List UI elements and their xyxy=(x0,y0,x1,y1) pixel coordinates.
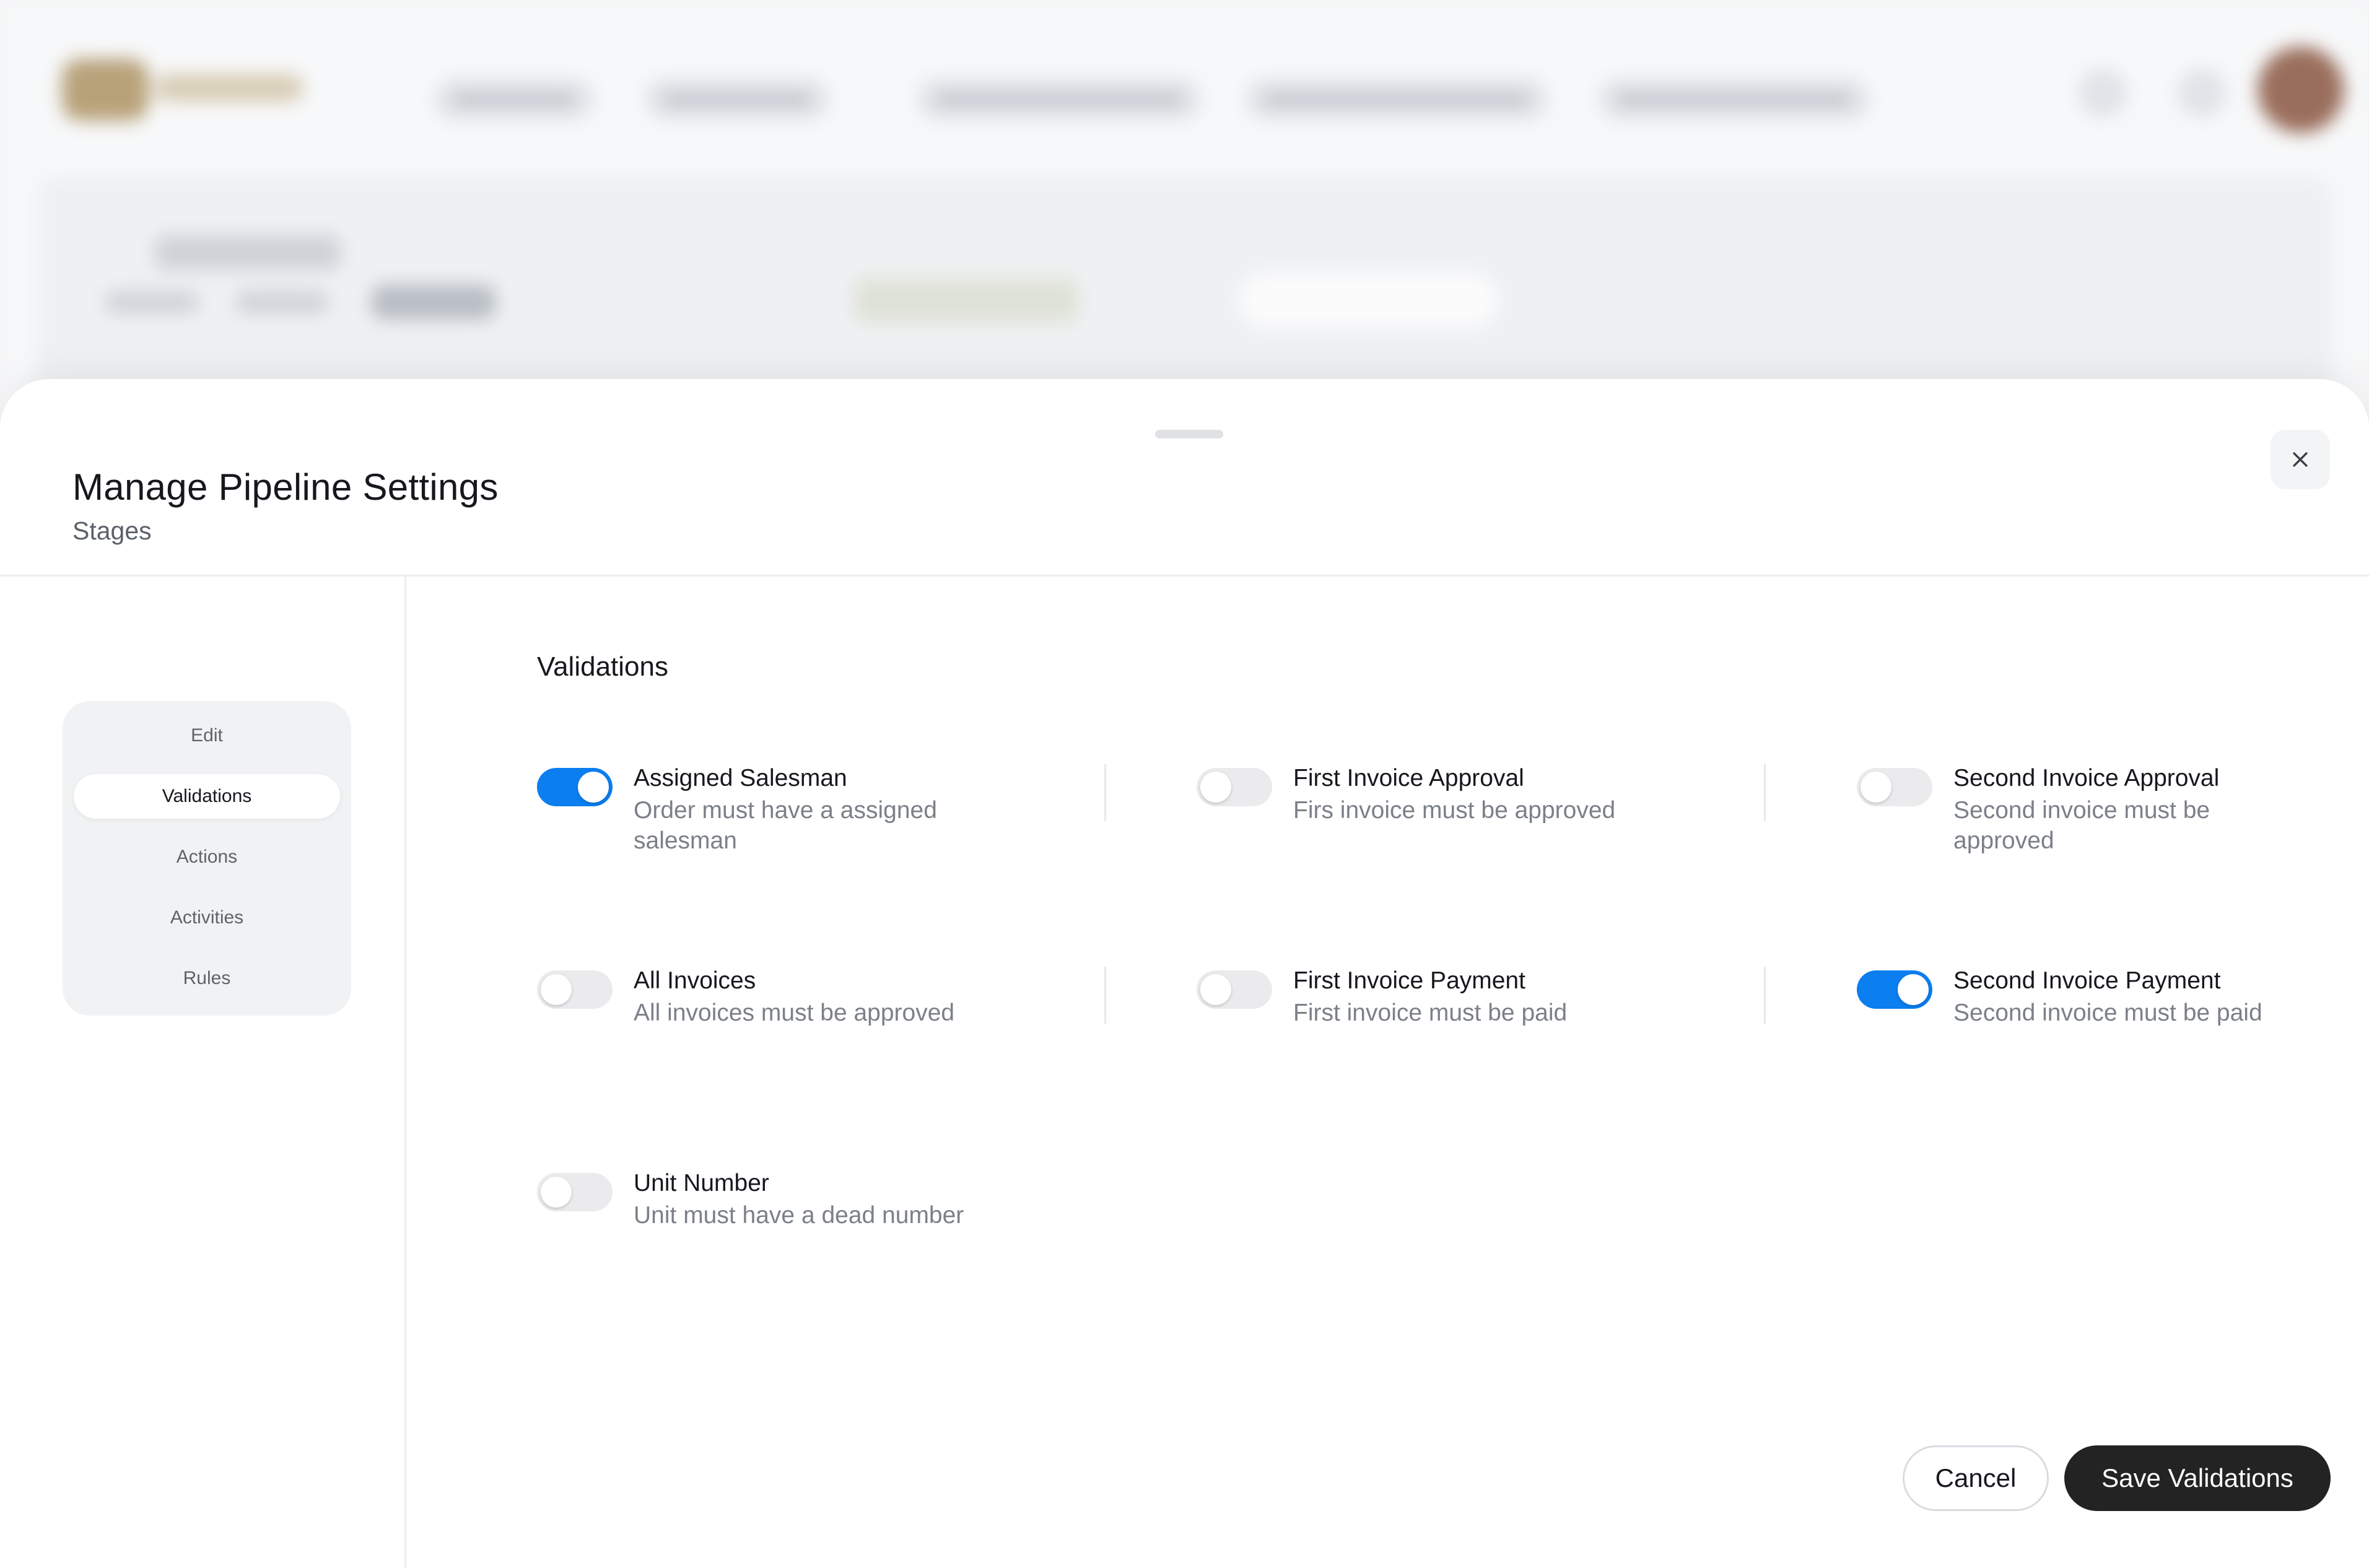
background-input xyxy=(1239,272,1499,328)
section-title: Validations xyxy=(537,651,668,682)
sidebar-divider xyxy=(404,576,406,1568)
validation-label: First Invoice Payment xyxy=(1293,967,1525,994)
drag-handle[interactable] xyxy=(1155,430,1223,438)
validation-label: First Invoice Approval xyxy=(1293,765,1524,791)
close-button[interactable] xyxy=(2271,430,2330,489)
background-text xyxy=(235,291,328,313)
second-invoice-payment-toggle[interactable] xyxy=(1857,970,1932,1009)
nav-item-edit[interactable]: Edit xyxy=(74,713,340,758)
toggle-knob xyxy=(1200,974,1231,1005)
background-nav-pill xyxy=(434,77,595,121)
column-divider xyxy=(1104,967,1106,1024)
validation-description: Second invoice must be paid xyxy=(1953,1000,2262,1026)
modal-title: Manage Pipeline Settings xyxy=(72,466,499,508)
settings-nav: Edit Validations Actions Activities Rule… xyxy=(63,701,351,1016)
background-icon-button xyxy=(2078,68,2127,118)
validation-label: Unit Number xyxy=(634,1170,769,1196)
validation-label: Second Invoice Approval xyxy=(1953,765,2220,791)
background-icon-button xyxy=(2177,68,2227,118)
header-divider xyxy=(0,575,2369,577)
toggle-knob xyxy=(578,772,609,803)
nav-item-validations[interactable]: Validations xyxy=(74,774,340,819)
validation-description: Firs invoice must be approved xyxy=(1293,797,1616,824)
validation-description: Unit must have a dead number xyxy=(634,1202,964,1229)
background-heading xyxy=(155,235,341,270)
toggle-knob xyxy=(1861,772,1891,803)
validation-description: All invoices must be approved xyxy=(634,1000,955,1026)
background-logo xyxy=(62,59,149,121)
close-icon xyxy=(2293,452,2308,467)
validation-description: Second invoice must be approved xyxy=(1953,797,2210,854)
column-divider xyxy=(1764,967,1766,1024)
nav-item-activities[interactable]: Activities xyxy=(74,895,340,940)
second-invoice-approval-toggle[interactable] xyxy=(1857,768,1932,806)
column-divider xyxy=(1764,764,1766,821)
first-invoice-approval-toggle[interactable] xyxy=(1197,768,1272,806)
background-nav-pill xyxy=(1598,77,1870,121)
nav-item-rules[interactable]: Rules xyxy=(74,956,340,1001)
toggle-knob xyxy=(1898,974,1929,1005)
background-text xyxy=(105,291,198,313)
toggle-knob xyxy=(1200,772,1231,803)
background-topbar xyxy=(0,0,2369,180)
toggle-knob xyxy=(541,974,572,1005)
validation-description: Order must have a assigned salesman xyxy=(634,797,937,854)
background-nav-pill xyxy=(1245,77,1548,121)
pipeline-settings-modal: Manage Pipeline Settings Stages Edit Val… xyxy=(0,379,2369,1568)
validation-label: Assigned Salesman xyxy=(634,765,847,791)
background-tag xyxy=(372,285,495,320)
validation-description: First invoice must be paid xyxy=(1293,1000,1568,1026)
background-logo-text xyxy=(155,74,303,102)
nav-item-actions[interactable]: Actions xyxy=(74,835,340,879)
toggle-knob xyxy=(541,1177,572,1208)
all-invoices-toggle[interactable] xyxy=(537,970,613,1009)
background-app xyxy=(0,0,2369,412)
background-avatar xyxy=(2258,46,2344,133)
save-validations-button[interactable]: Save Validations xyxy=(2064,1445,2331,1511)
first-invoice-payment-toggle[interactable] xyxy=(1197,970,1272,1009)
background-nav-pill xyxy=(644,77,830,121)
assigned-salesman-toggle[interactable] xyxy=(537,768,613,806)
background-nav-pill xyxy=(917,77,1202,121)
column-divider xyxy=(1104,764,1106,821)
modal-subtitle: Stages xyxy=(72,516,152,545)
cancel-button[interactable]: Cancel xyxy=(1903,1445,2049,1511)
background-badge xyxy=(855,279,1078,322)
validation-label: All Invoices xyxy=(634,967,756,994)
validation-label: Second Invoice Payment xyxy=(1953,967,2221,994)
unit-number-toggle[interactable] xyxy=(537,1173,613,1211)
